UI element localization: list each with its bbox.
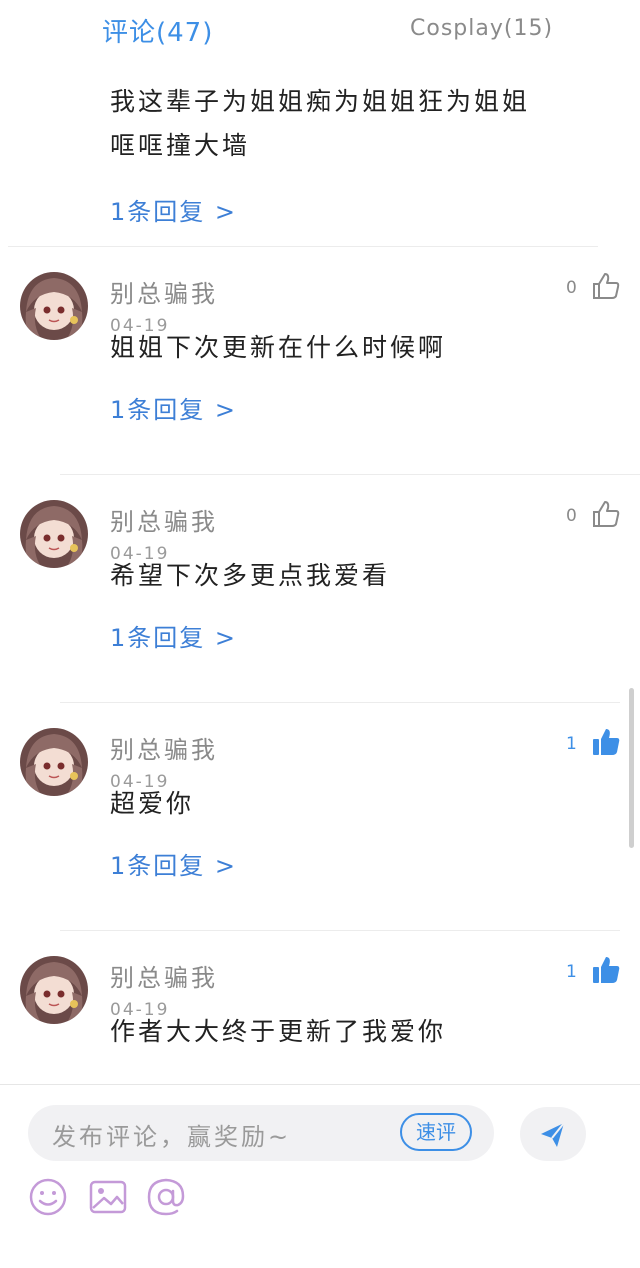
comment-text: 超爱你	[110, 789, 195, 818]
send-icon	[541, 1122, 565, 1147]
comment-composer: 发布评论，赢奖励~ 速评	[0, 1084, 640, 1268]
tab-comments[interactable]: 评论(47)	[102, 12, 213, 49]
reply-link[interactable]: 1条回复 >	[110, 390, 237, 425]
username[interactable]: 别总骗我	[110, 502, 218, 537]
username[interactable]: 别总骗我	[110, 274, 218, 309]
avatar[interactable]	[20, 956, 88, 1024]
comment-text: 姐姐下次更新在什么时候啊	[110, 333, 447, 362]
username[interactable]: 别总骗我	[110, 958, 218, 993]
like-count: 1	[566, 734, 577, 754]
comment-item: 别总骗我 04-19 1 超爱你 1条回复 >	[0, 702, 640, 930]
thumbs-up-icon[interactable]	[590, 498, 622, 530]
reply-link[interactable]: 1条回复 >	[110, 618, 237, 653]
like-count: 0	[566, 506, 577, 526]
comment-text: 作者大大终于更新了我爱你	[110, 1017, 447, 1046]
mention-icon[interactable]	[146, 1177, 186, 1217]
comment-input-placeholder: 发布评论，赢奖励~	[52, 1123, 292, 1151]
comment-item: 我这辈子为姐姐痴为姐姐狂为姐姐 哐哐撞大墙 1条回复 >	[110, 80, 610, 226]
emoji-icon[interactable]	[28, 1177, 68, 1217]
scrollbar[interactable]	[629, 688, 634, 848]
like-count: 0	[566, 278, 577, 298]
like-count: 1	[566, 962, 577, 982]
thumbs-up-icon[interactable]	[590, 270, 622, 302]
avatar[interactable]	[20, 728, 88, 796]
reply-link[interactable]: 1条回复 >	[110, 192, 237, 227]
thumbs-up-filled-icon[interactable]	[590, 726, 622, 758]
image-icon[interactable]	[88, 1177, 128, 1217]
tab-bar: 评论(47) Cosplay(15)	[0, 0, 640, 62]
quick-comment-button[interactable]: 速评	[400, 1113, 472, 1151]
comment-item: 别总骗我 04-19 0 希望下次多更点我爱看 1条回复 >	[0, 474, 640, 702]
comment-item: 别总骗我 04-19 0 姐姐下次更新在什么时候啊 1条回复 >	[0, 246, 640, 474]
reply-link[interactable]: 1条回复 >	[110, 846, 237, 881]
avatar[interactable]	[20, 272, 88, 340]
thumbs-up-filled-icon[interactable]	[590, 954, 622, 986]
avatar[interactable]	[20, 500, 88, 568]
comment-text-line1: 我这辈子为姐姐痴为姐姐狂为姐姐	[110, 87, 531, 116]
comment-text-line2: 哐哐撞大墙	[110, 131, 251, 160]
username[interactable]: 别总骗我	[110, 730, 218, 765]
comment-input[interactable]: 发布评论，赢奖励~ 速评	[28, 1105, 494, 1161]
comment-text: 希望下次多更点我爱看	[110, 561, 391, 590]
tab-cosplay[interactable]: Cosplay(15)	[410, 16, 553, 41]
send-button[interactable]	[520, 1107, 586, 1161]
